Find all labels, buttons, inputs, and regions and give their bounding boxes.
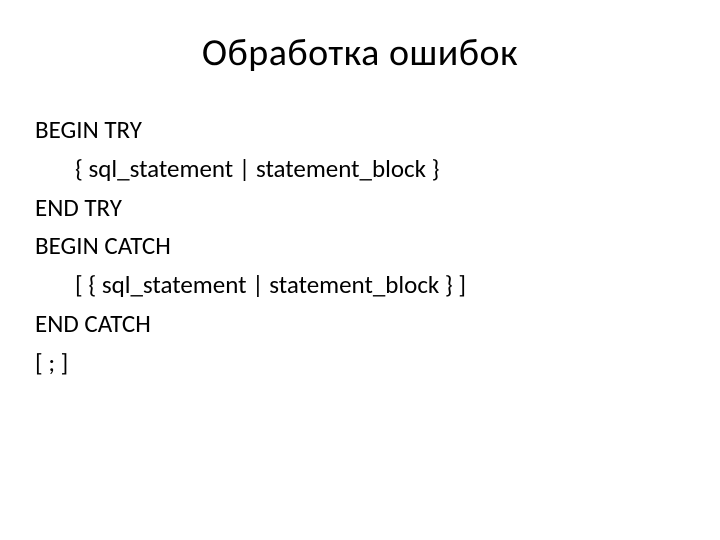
code-line: BEGIN CATCH [35, 227, 690, 266]
code-block: BEGIN TRY { sql_statement | statement_bl… [30, 111, 690, 382]
code-line: [ { sql_statement | statement_block } ] [35, 266, 690, 305]
code-line: END TRY [35, 189, 690, 228]
code-line: BEGIN TRY [35, 111, 690, 150]
code-line: { sql_statement | statement_block } [35, 150, 690, 189]
code-line: [ ; ] [35, 344, 690, 383]
code-line: END CATCH [35, 305, 690, 344]
slide-title: Обработка ошибок [30, 30, 690, 76]
